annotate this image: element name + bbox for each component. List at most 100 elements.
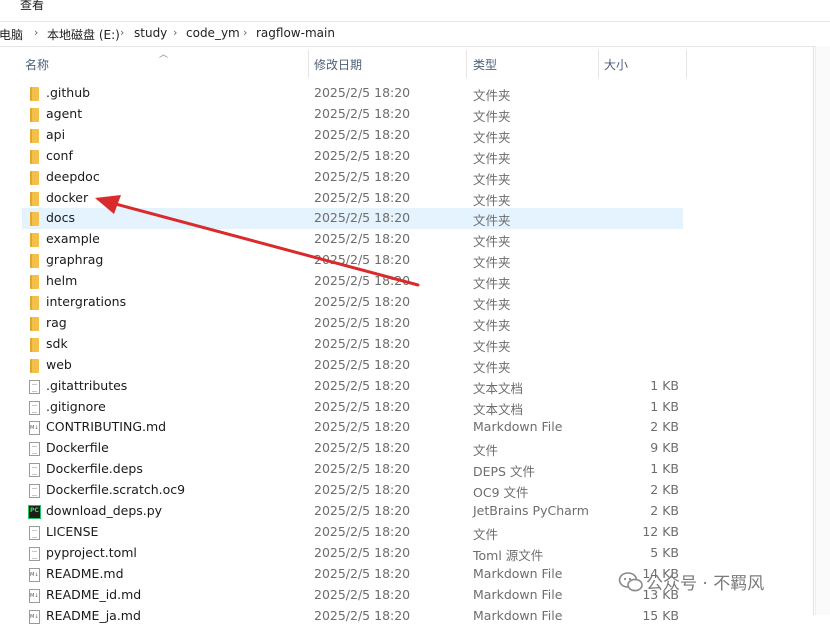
breadcrumb-ragflow-main[interactable]: ragflow-main [256,26,335,40]
breadcrumb[interactable]: 此电脑 › 本地磁盘 (E:) › study › code_ym › ragf… [0,21,830,47]
file-row-gitignore[interactable]: .gitignore 2025/2/5 18:20 文本文档 1 KB [0,397,830,418]
file-date: 2025/2/5 18:20 [314,482,411,498]
file-date: 2025/2/5 18:20 [314,377,411,393]
folder-icon [30,212,39,227]
file-date: 2025/2/5 18:20 [314,252,411,268]
column-header-size[interactable]: 大小 [604,56,628,73]
file-row-api[interactable]: api 2025/2/5 18:20 文件夹 [0,125,830,146]
file-size: 9 KB [650,440,679,456]
file-name: intergrations [46,294,127,309]
file-type: OC9 文件 [473,485,529,501]
file-date: 2025/2/5 18:20 [314,189,411,205]
breadcrumb-this-pc[interactable]: 此电脑 [0,26,23,43]
file-row-contributing-md[interactable]: CONTRIBUTING.md 2025/2/5 18:20 Markdown Fi… [0,417,830,438]
file-row-license[interactable]: LICENSE 2025/2/5 18:20 文件 12 KB [0,522,830,543]
watermark: 公众号 · 不羁风 [616,568,764,596]
file-date: 2025/2/5 18:20 [314,461,411,477]
file-name: sdk [46,335,68,351]
column-divider[interactable] [686,50,687,78]
file-name: docker [46,189,89,205]
file-row-readme-ja-md[interactable]: README_ja.md 2025/2/5 18:20 Markdown File 1… [0,606,830,627]
column-header-type[interactable]: 类型 [473,56,497,73]
column-divider[interactable] [308,50,309,78]
folder-icon [30,254,39,269]
file-name: web [46,356,72,372]
file-row-example[interactable]: example 2025/2/5 18:20 文件夹 [0,229,830,250]
file-type: 文本文档 [473,401,524,417]
file-icon [29,484,40,499]
file-type: 文件 [473,443,499,459]
file-name: Dockerfile.scratch.oc9 [46,482,186,498]
file-row-intergrations[interactable]: intergrations 2025/2/5 18:20 文件夹 [0,292,830,313]
file-name: README_ja.md [46,607,141,623]
file-row-pyproject-toml[interactable]: pyproject.toml 2025/2/5 18:20 Toml 源文件 5 KB [0,543,830,564]
file-date: 2025/2/5 18:20 [314,586,411,602]
file-icon [29,442,40,457]
file-row-gitattributes[interactable]: .gitattributes 2025/2/5 18:20 文本文档 1 KB [0,376,830,397]
file-row-dockerfile[interactable]: Dockerfile 2025/2/5 18:20 文件 9 KB [0,438,830,459]
file-row-dockerfile-deps[interactable]: Dockerfile.deps 2025/2/5 18:20 DEPS 文件 1 KB [0,459,830,480]
file-date: 2025/2/5 18:20 [314,85,411,100]
file-type: Toml 源文件 [473,547,544,563]
file-type: 文本文档 [473,380,524,396]
file-type: 文件夹 [473,150,511,166]
file-date: 2025/2/5 18:20 [314,314,411,330]
file-size: 1 KB [650,398,679,414]
file-row-agent[interactable]: agent 2025/2/5 18:20 文件夹 [0,104,830,125]
file-type: 文件夹 [473,255,511,271]
file-type: 文件夹 [473,359,511,375]
file-date: 2025/2/5 18:20 [314,168,411,184]
file-date: 2025/2/5 18:20 [314,419,411,435]
folder-icon [30,233,39,248]
breadcrumb-study[interactable]: study [134,26,167,40]
folder-icon [30,337,39,352]
file-row-dockerfile-scratch-oc9[interactable]: Dockerfile.scratch.oc9 2025/2/5 18:20 OC9 … [0,480,830,501]
file-type: Markdown File [473,565,563,581]
file-row-download-deps-py[interactable]: download_deps.py 2025/2/5 18:20 JetBrains … [0,501,830,522]
file-date: 2025/2/5 18:20 [314,607,411,623]
folder-icon [30,275,39,290]
file-row-docs[interactable]: docs 2025/2/5 18:20 文件夹 [0,208,830,229]
vertical-scrollbar[interactable] [815,46,830,615]
file-date: 2025/2/5 18:20 [314,147,411,163]
chevron-right-icon: › [173,26,178,39]
folder-icon [30,107,39,122]
chevron-right-icon: › [34,26,39,39]
file-name: README_id.md [46,586,142,602]
column-header-date[interactable]: 修改日期 [314,56,362,73]
breadcrumb-drive-e[interactable]: 本地磁盘 (E:) [47,26,120,43]
file-row-docker[interactable]: docker 2025/2/5 18:20 文件夹 [0,188,830,209]
folder-icon [30,358,39,373]
file-row-github[interactable]: .github 2025/2/5 18:20 文件夹 [0,83,830,104]
column-header-name[interactable]: 名称 [25,56,49,73]
file-type: 文件夹 [473,234,511,250]
file-row-helm[interactable]: helm 2025/2/5 18:20 文件夹 [0,271,830,292]
file-name: helm [46,273,78,289]
chevron-right-icon: › [243,26,248,39]
file-row-deepdoc[interactable]: deepdoc 2025/2/5 18:20 文件夹 [0,167,830,188]
file-row-web[interactable]: web 2025/2/5 18:20 文件夹 [0,355,830,376]
column-divider[interactable] [466,50,467,78]
file-date: 2025/2/5 18:20 [314,565,411,581]
column-divider[interactable] [598,50,599,78]
file-row-rag[interactable]: rag 2025/2/5 18:20 文件夹 [0,313,830,334]
file-row-graphrag[interactable]: graphrag 2025/2/5 18:20 文件夹 [0,250,830,271]
file-type: 文件夹 [473,317,511,333]
file-row-sdk[interactable]: sdk 2025/2/5 18:20 文件夹 [0,334,830,355]
file-date: 2025/2/5 18:20 [314,356,411,372]
menu-view[interactable]: 查看 [20,0,44,13]
file-date: 2025/2/5 18:20 [314,273,411,289]
markdown-file-icon [29,567,40,582]
file-type: 文件 [473,526,499,542]
breadcrumb-code-ym[interactable]: code_ym [186,26,240,40]
file-date: 2025/2/5 18:20 [314,503,411,518]
file-type: 文件夹 [473,129,511,145]
file-type: JetBrains PyCharm [473,503,589,518]
file-row-conf[interactable]: conf 2025/2/5 18:20 文件夹 [0,146,830,167]
file-type: 文件夹 [473,192,511,208]
file-type: Markdown File [473,607,563,623]
file-name: .github [46,85,91,100]
file-date: 2025/2/5 18:20 [314,523,411,539]
folder-icon [30,170,39,185]
file-type: 文件夹 [473,213,511,229]
